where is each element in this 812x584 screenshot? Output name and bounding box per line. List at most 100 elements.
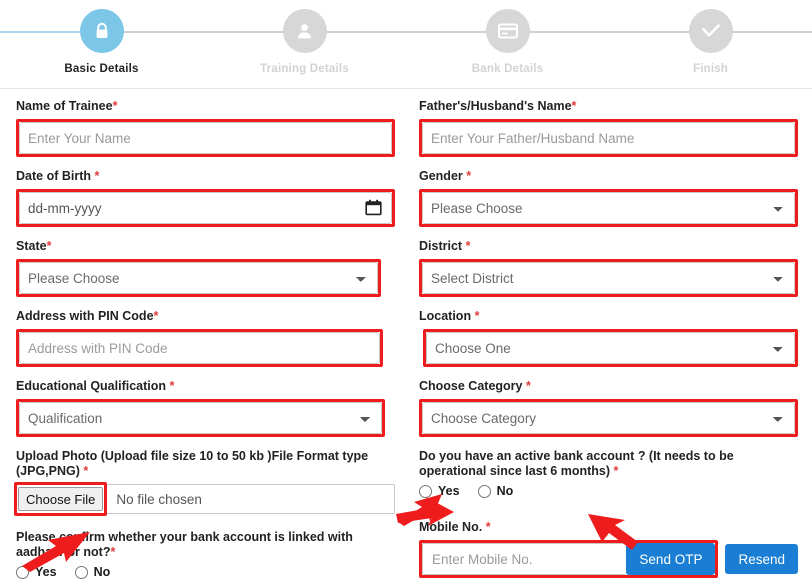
- required-asterisk: *: [465, 239, 471, 253]
- label-location: Location *: [419, 309, 798, 324]
- highlight-box-mobile: Send OTP: [419, 540, 719, 578]
- required-asterisk: *: [474, 309, 480, 323]
- educational-qualification-select[interactable]: Qualification: [19, 402, 382, 434]
- bank-account-option-yes[interactable]: Yes: [419, 484, 460, 498]
- state-select[interactable]: Please Choose: [19, 262, 378, 294]
- form-row-dob-gender: Date of Birth * G: [16, 169, 798, 239]
- date-of-birth-input[interactable]: [19, 192, 392, 224]
- highlight-box-district: Select District: [419, 259, 798, 297]
- upload-photo-file-input[interactable]: Choose File No file chosen: [14, 482, 395, 516]
- gender-select[interactable]: Please Choose: [422, 192, 795, 224]
- step-finish[interactable]: Finish: [609, 0, 812, 75]
- label-text: Mobile No.: [419, 520, 483, 534]
- required-asterisk: *: [485, 520, 491, 534]
- highlight-box-state: Please Choose: [16, 259, 381, 297]
- label-upload-photo: Upload Photo (Upload file size 10 to 50 …: [16, 449, 395, 479]
- bank-account-radio-group: Yes No: [419, 484, 798, 498]
- label-mobile-no: Mobile No. *: [419, 520, 798, 535]
- required-asterisk: *: [169, 379, 175, 393]
- aadhaar-linked-no-radio[interactable]: [74, 565, 88, 579]
- field-location: Location * Choose One: [407, 309, 798, 379]
- required-asterisk: *: [153, 309, 159, 323]
- address-input[interactable]: [19, 332, 380, 364]
- step-basic-details[interactable]: Basic Details: [0, 0, 203, 75]
- bank-account-yes-label[interactable]: Yes: [438, 484, 460, 498]
- required-asterisk: *: [83, 464, 89, 478]
- choose-file-button[interactable]: Choose File: [18, 487, 104, 511]
- bank-account-no-label[interactable]: No: [497, 484, 514, 498]
- form-row-qualification-category: Educational Qualification * Qualificatio…: [16, 379, 798, 449]
- form-row-upload-bank: Upload Photo (Upload file size 10 to 50 …: [14, 449, 798, 579]
- label-aadhaar-linked: Please confirm whether your bank account…: [16, 530, 395, 560]
- district-select[interactable]: Select District: [422, 262, 795, 294]
- date-of-birth-wrapper: [19, 192, 392, 224]
- field-bank-account: Do you have an active bank account ? (It…: [407, 449, 798, 579]
- highlight-box-father: [419, 119, 798, 157]
- progress-stepper: Basic Details Training Details Bank Deta…: [0, 0, 812, 88]
- aadhaar-linked-yes-radio[interactable]: [16, 565, 29, 579]
- location-select[interactable]: Choose One: [426, 332, 795, 364]
- choose-category-select[interactable]: Choose Category: [422, 402, 795, 434]
- field-educational-qualification: Educational Qualification * Qualificatio…: [16, 379, 407, 449]
- label-name-of-trainee: Name of Trainee*: [16, 99, 395, 114]
- aadhaar-linked-yes-label[interactable]: Yes: [35, 565, 57, 579]
- highlight-box-dob: [16, 189, 395, 227]
- field-state: State* Please Choose: [16, 239, 407, 309]
- label-text: Gender: [419, 169, 463, 183]
- user-icon: [296, 22, 313, 40]
- aadhaar-linked-option-no[interactable]: No: [74, 565, 111, 579]
- mobile-no-input[interactable]: [422, 543, 627, 575]
- step-training-details[interactable]: Training Details: [203, 0, 406, 75]
- lock-icon: [94, 22, 110, 40]
- field-date-of-birth: Date of Birth *: [16, 169, 407, 239]
- step-finish-label: Finish: [692, 63, 729, 75]
- send-otp-button[interactable]: Send OTP: [626, 543, 716, 575]
- step-finish-bubble: [688, 9, 733, 53]
- label-district: District *: [419, 239, 798, 254]
- highlight-box-qualification: Qualification: [16, 399, 385, 437]
- highlight-box-gender: Please Choose: [419, 189, 798, 227]
- bank-account-no-radio[interactable]: [477, 484, 491, 498]
- label-choose-category: Choose Category *: [419, 379, 798, 394]
- step-training-details-bubble: [282, 9, 327, 53]
- card-icon: [497, 23, 518, 39]
- required-asterisk: *: [525, 379, 531, 393]
- label-text: Name of Trainee: [16, 99, 113, 113]
- label-text: Father's/Husband's Name: [419, 99, 572, 113]
- aadhaar-linked-option-yes[interactable]: Yes: [16, 565, 57, 579]
- bank-account-option-no[interactable]: No: [477, 484, 514, 498]
- highlight-box-choose-file: Choose File: [14, 482, 108, 516]
- step-basic-details-label: Basic Details: [64, 63, 139, 75]
- label-text: Date of Birth: [16, 169, 91, 183]
- step-bank-details[interactable]: Bank Details: [406, 0, 609, 75]
- check-icon: [701, 23, 721, 39]
- label-date-of-birth: Date of Birth *: [16, 169, 395, 184]
- step-bank-details-bubble: [485, 9, 530, 53]
- form-row-address-location: Address with PIN Code* Location * Choose…: [16, 309, 798, 379]
- form-row-state-district: State* Please Choose District * Select D…: [16, 239, 798, 309]
- required-asterisk: *: [46, 239, 52, 253]
- highlight-box-name: [16, 119, 395, 157]
- step-bank-details-label: Bank Details: [471, 63, 544, 75]
- field-address: Address with PIN Code*: [16, 309, 407, 379]
- required-asterisk: *: [571, 99, 577, 113]
- label-text: Upload Photo (Upload file size 10 to 50 …: [16, 449, 369, 478]
- label-state: State*: [16, 239, 395, 254]
- field-district: District * Select District: [407, 239, 798, 309]
- resend-otp-button[interactable]: Resend: [725, 544, 798, 574]
- label-text: Choose Category: [419, 379, 523, 393]
- highlight-box-address: [16, 329, 383, 367]
- highlight-box-category: Choose Category: [419, 399, 798, 437]
- label-gender: Gender *: [419, 169, 798, 184]
- field-upload-photo: Upload Photo (Upload file size 10 to 50 …: [14, 449, 407, 579]
- field-gender: Gender * Please Choose: [407, 169, 798, 239]
- required-asterisk: *: [110, 545, 116, 559]
- label-text: Do you have an active bank account ? (It…: [419, 449, 734, 478]
- bank-account-yes-radio[interactable]: [419, 484, 432, 498]
- form-row-names: Name of Trainee* Father's/Husband's Name…: [16, 99, 798, 169]
- mobile-input-group: Send OTP: [419, 540, 719, 578]
- label-text: District: [419, 239, 463, 253]
- name-of-trainee-input[interactable]: [19, 122, 392, 154]
- aadhaar-linked-no-label[interactable]: No: [94, 565, 111, 579]
- father-husband-name-input[interactable]: [422, 122, 795, 154]
